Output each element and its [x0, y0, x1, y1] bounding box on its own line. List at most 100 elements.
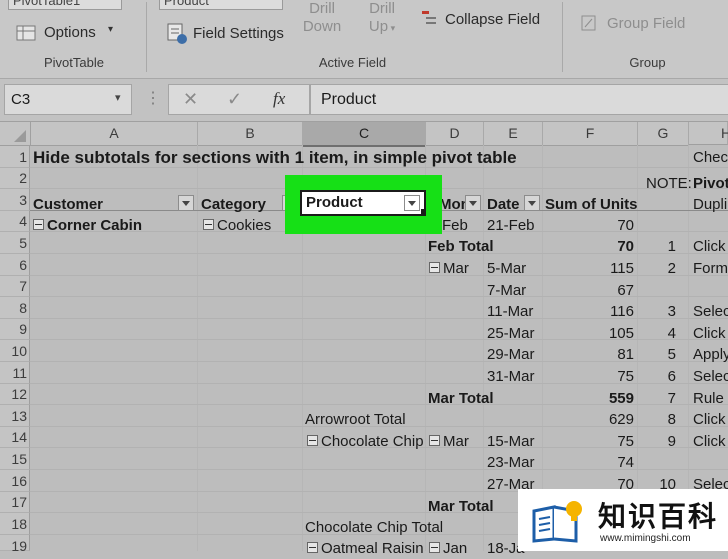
cell-f14: 75 [617, 433, 634, 450]
group-field-button[interactable]: Group Field [580, 12, 700, 34]
cell-c19: Oatmeal Raisin [307, 538, 424, 559]
filter-dropdown-product[interactable] [404, 195, 420, 211]
enter-check-icon[interactable]: ✓ [227, 89, 242, 110]
cell-d19-text: Jan [443, 540, 468, 557]
collapse-icon[interactable] [429, 435, 440, 446]
row-header-9[interactable]: 9 [0, 319, 30, 340]
cell-d17: Mar Total [428, 498, 494, 515]
row-header-16[interactable]: 16 [0, 470, 30, 492]
cell-f12: 559 [608, 390, 634, 407]
column-header-h[interactable]: H [689, 122, 728, 145]
column-header-e[interactable]: E [484, 122, 543, 146]
column-header-b[interactable]: B [198, 122, 303, 146]
cell-a4-text: Corner Cabin [47, 217, 143, 234]
cell-c13: Arrowroot Total [305, 411, 406, 428]
book-lightbulb-icon [532, 501, 582, 543]
cell-c14-text: Chocolate Chip [321, 433, 424, 450]
column-header-f[interactable]: F [543, 122, 638, 146]
name-box[interactable]: C3 ▾ [4, 84, 132, 115]
cell-f8: 116 [610, 303, 634, 320]
collapse-field-icon [422, 11, 436, 24]
row-header-17[interactable]: 17 [0, 492, 30, 513]
active-field-box[interactable]: Product [159, 0, 283, 10]
row-header-14[interactable]: 14 [0, 427, 30, 448]
collapse-icon[interactable] [33, 219, 44, 230]
collapse-icon[interactable] [307, 542, 318, 553]
select-all-corner[interactable] [0, 122, 31, 146]
drill-up-label-2: Up ▾ [362, 18, 402, 37]
cell-e9: 25-Mar [487, 325, 535, 342]
collapse-icon[interactable] [429, 262, 440, 273]
drill-up-button[interactable]: Drill Up ▾ [362, 0, 402, 37]
cell-c18: Chocolate Chip Total [305, 519, 444, 536]
column-header-a[interactable]: A [31, 122, 198, 146]
filter-dropdown-customer[interactable] [178, 195, 194, 211]
row-header-1[interactable]: 1 [0, 146, 30, 168]
cell-h8: Selec [693, 303, 728, 320]
column-header-d[interactable]: D [426, 122, 484, 146]
header-customer: Customer [33, 196, 104, 213]
insert-function-icon[interactable]: fx [273, 89, 285, 109]
row-header-8[interactable]: 8 [0, 297, 30, 319]
row-header-11[interactable]: 11 [0, 362, 30, 384]
header-product: Product [306, 194, 363, 211]
field-settings-label: Field Settings [193, 25, 284, 42]
pivottable-name-box[interactable]: PivotTable1 [8, 0, 122, 10]
collapse-icon[interactable] [429, 542, 440, 553]
cell-f13: 629 [608, 411, 634, 428]
header-sum-of-units: Sum of Units [545, 196, 638, 213]
watermark-logo: 知识百科 www.mimingshi.com [518, 489, 728, 551]
selected-cell-c3[interactable]: Product [300, 190, 426, 216]
ribbon-divider [146, 2, 147, 72]
row-header-10[interactable]: 10 [0, 340, 30, 362]
cell-d4: Feb [442, 217, 468, 234]
cell-h12: Rule [693, 390, 724, 407]
chevron-down-icon: ▾ [108, 24, 114, 35]
worksheet-grid[interactable]: A B C D E F G H 1 2 3 4 5 6 7 8 9 10 11 … [0, 122, 728, 557]
cell-e4: 21-Feb [487, 217, 535, 234]
cancel-icon[interactable]: ✕ [183, 89, 198, 110]
cell-g5: 1 [667, 238, 676, 255]
column-header-c[interactable]: C [303, 122, 426, 147]
formula-buttons: ✕ ✓ fx [168, 84, 310, 115]
cell-f4: 70 [617, 217, 634, 234]
cell-d12: Mar Total [428, 390, 494, 407]
column-header-g[interactable]: G [638, 122, 689, 146]
group-label-active-field: Active Field [318, 55, 387, 70]
cell-h3: Pivot [693, 175, 728, 192]
drill-up-label-2-text: Up [368, 18, 389, 35]
row-header-15[interactable]: 15 [0, 448, 30, 470]
cell-g14: 9 [667, 433, 676, 450]
row-header-12[interactable]: 12 [0, 384, 30, 405]
options-button[interactable]: Options ▾ [16, 22, 126, 44]
fill-handle[interactable] [421, 209, 426, 214]
more-options-icon: ⋮ [145, 90, 161, 107]
collapse-field-button[interactable]: Collapse Field [420, 8, 545, 30]
cell-h13: Click [693, 411, 726, 428]
row-header-13[interactable]: 13 [0, 405, 30, 427]
row-header-7[interactable]: 7 [0, 276, 30, 297]
cell-g13: 8 [667, 411, 676, 428]
header-category: Category [201, 196, 267, 213]
filter-dropdown-date[interactable] [524, 195, 540, 211]
row-header-3[interactable]: 3 [0, 189, 30, 211]
cell-a4: Corner Cabin [33, 215, 142, 236]
ribbon: PivotTable1 Product Options ▾ PivotTable… [0, 0, 728, 79]
filter-dropdown-month[interactable] [465, 195, 481, 211]
cell-g6: 2 [667, 260, 676, 277]
drill-down-label-2: Down [302, 18, 342, 35]
row-header-2[interactable]: 2 [0, 168, 30, 189]
field-settings-button[interactable]: Field Settings [166, 22, 286, 46]
cell-g11: 6 [667, 368, 676, 385]
cell-f6: 115 [610, 260, 634, 277]
row-header-5[interactable]: 5 [0, 232, 30, 254]
drill-down-button[interactable]: Drill Down [302, 0, 342, 36]
row-header-18[interactable]: 18 [0, 513, 30, 535]
row-header-4[interactable]: 4 [0, 211, 30, 232]
collapse-icon[interactable] [203, 219, 214, 230]
row-header-19[interactable]: 19 [0, 535, 30, 554]
row-header-6[interactable]: 6 [0, 254, 30, 276]
collapse-icon[interactable] [307, 435, 318, 446]
formula-input[interactable]: Product [310, 84, 728, 115]
cell-h11: Selec [693, 368, 728, 385]
